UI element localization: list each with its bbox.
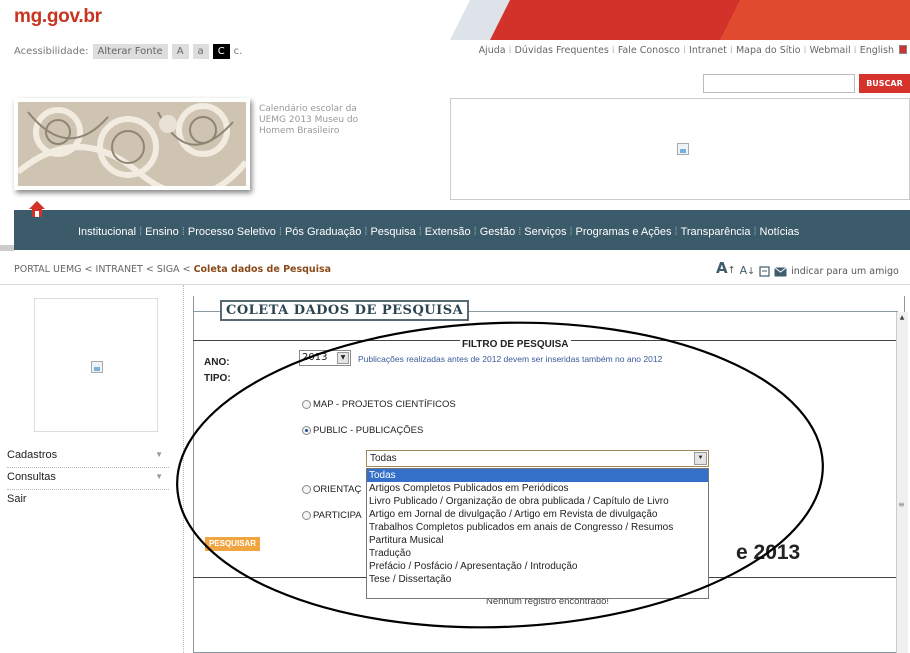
top-link-intranet[interactable]: Intranet xyxy=(689,45,727,56)
photo-caption[interactable]: Calendário escolar da UEMG 2013 Museu do… xyxy=(259,104,374,137)
email-icon[interactable] xyxy=(774,267,787,277)
nav-item-pesquisa[interactable]: Pesquisa xyxy=(367,226,418,238)
top-link-contact[interactable]: Fale Conosco xyxy=(618,45,680,56)
high-contrast-button[interactable]: C xyxy=(212,44,230,59)
nav-shadow xyxy=(0,245,14,251)
scroll-up-icon[interactable]: ▲ xyxy=(897,313,907,323)
font-increase-icon[interactable]: A↑ xyxy=(716,259,736,277)
nav-item-gestao[interactable]: Gestão xyxy=(477,226,518,238)
breadcrumb: PORTAL UEMG < INTRANET < SIGA < Coleta d… xyxy=(14,264,332,275)
search-input[interactable] xyxy=(703,74,855,93)
vertical-scrollbar[interactable] xyxy=(896,312,908,653)
scroll-grip-icon[interactable]: ≡ xyxy=(898,500,906,510)
nav-item-noticias[interactable]: Notícias xyxy=(757,226,803,238)
ornament-image xyxy=(18,102,246,186)
site-logo[interactable]: mg.gov.br xyxy=(14,6,102,28)
font-increase-button[interactable]: A xyxy=(171,44,189,59)
sidebar-item-cadastros[interactable]: Cadastros ▼ xyxy=(7,446,169,468)
sidebar-item-sair[interactable]: Sair xyxy=(7,490,169,512)
nav-item-processo-seletivo[interactable]: Processo Seletivo xyxy=(185,226,279,238)
search-button[interactable]: BUSCAR xyxy=(859,74,910,93)
font-decrease-icon[interactable]: A↓ xyxy=(740,264,756,277)
change-font-button[interactable]: Alterar Fonte xyxy=(92,44,168,59)
breadcrumb-portal[interactable]: PORTAL UEMG xyxy=(14,264,82,275)
accessibility-label: Acessibilidade: xyxy=(14,46,89,57)
divider xyxy=(0,284,910,285)
broken-image-icon xyxy=(91,361,103,373)
chevron-down-icon: ▼ xyxy=(155,472,163,481)
sidebar-item-consultas[interactable]: Consultas ▼ xyxy=(7,468,169,490)
top-link-webmail[interactable]: Webmail xyxy=(810,45,851,56)
chevron-down-icon: ▼ xyxy=(155,450,163,459)
nav-item-transparencia[interactable]: Transparência xyxy=(678,226,754,238)
sidebar-menu: Cadastros ▼ Consultas ▼ Sair xyxy=(7,446,169,512)
annotation-ellipse xyxy=(176,321,824,629)
nav-item-servicos[interactable]: Serviços xyxy=(521,226,569,238)
header-brand-stripe xyxy=(360,0,910,40)
print-icon[interactable] xyxy=(759,266,770,277)
nav-item-extensao[interactable]: Extensão xyxy=(422,226,474,238)
nav-item-institucional[interactable]: Institucional xyxy=(75,226,139,238)
breadcrumb-intranet[interactable]: INTRANET xyxy=(96,264,143,275)
top-link-help[interactable]: Ajuda xyxy=(479,45,506,56)
breadcrumb-siga[interactable]: SIGA xyxy=(157,264,180,275)
uk-flag-icon[interactable] xyxy=(899,45,907,54)
top-link-faq[interactable]: Dúvidas Frequentes xyxy=(515,45,609,56)
nav-menu: Institucional ⁞ Ensino ⁞ Processo Seletivo… xyxy=(75,226,802,238)
sidebar-image xyxy=(34,298,158,432)
home-icon[interactable] xyxy=(28,200,46,218)
normal-contrast-button[interactable]: c. xyxy=(234,46,243,57)
page-tools: A↑ A↓ indicar para um amigo xyxy=(716,259,899,277)
banner-area[interactable] xyxy=(450,98,910,200)
nav-item-ensino[interactable]: Ensino xyxy=(142,226,182,238)
nav-item-programas-e-acoes[interactable]: Programas e Ações xyxy=(573,226,675,238)
top-link-sitemap[interactable]: Mapa do Sítio xyxy=(736,45,801,56)
font-decrease-button[interactable]: a xyxy=(192,44,209,59)
recommend-link[interactable]: indicar para um amigo xyxy=(791,266,899,277)
top-link-english[interactable]: English xyxy=(860,45,894,56)
top-links: Ajuda ⁞ Dúvidas Frequentes ⁞ Fale Conosco ⁞… xyxy=(479,45,907,56)
nav-item-pos-graduacao[interactable]: Pós Graduação xyxy=(282,226,364,238)
broken-image-icon xyxy=(677,143,689,155)
accessibility-bar: Acessibilidade: Alterar Fonte A a C c. xyxy=(14,44,242,59)
breadcrumb-current: Coleta dados de Pesquisa xyxy=(193,264,332,275)
featured-photo[interactable] xyxy=(14,98,250,190)
